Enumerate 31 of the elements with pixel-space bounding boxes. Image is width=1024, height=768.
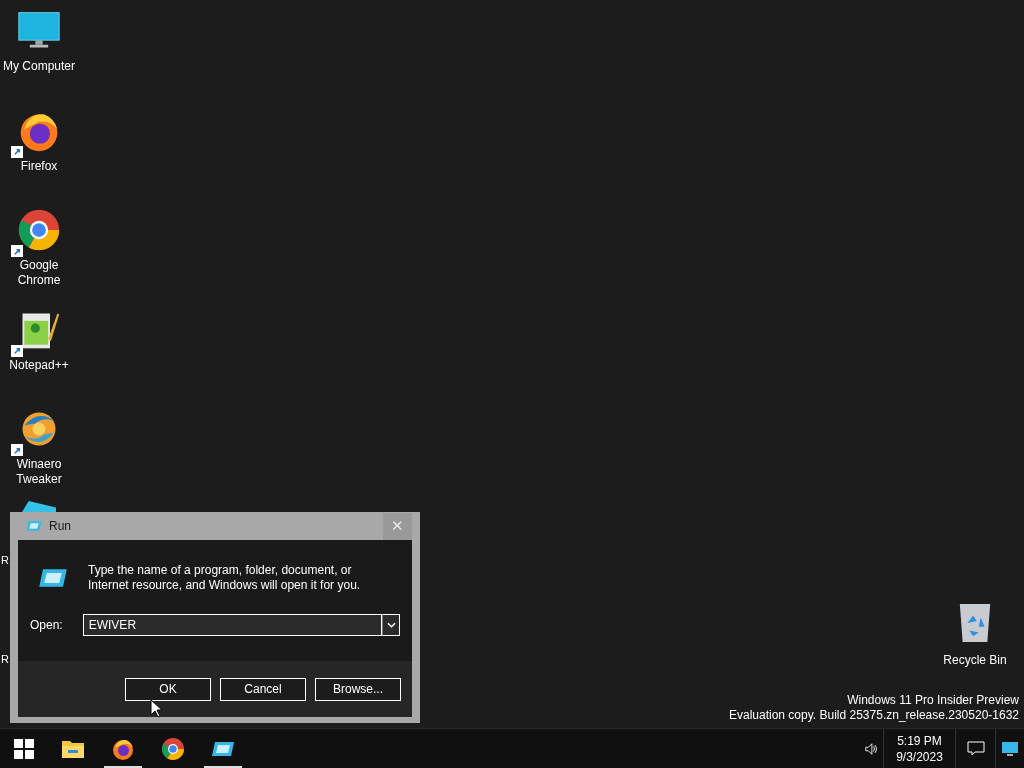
shortcut-arrow-icon <box>11 444 23 456</box>
chrome-icon <box>161 736 185 761</box>
dialog-button[interactable]: OK <box>125 677 211 701</box>
mouse-cursor-icon <box>150 699 162 718</box>
windows-logo-icon <box>14 738 34 759</box>
dialog-button[interactable]: Browse... <box>315 677 401 701</box>
window-title: Run <box>49 518 71 535</box>
build-info-text: Windows 11 Pro Insider Preview <box>847 693 1019 708</box>
build-info-text: Evaluation copy. Build 25375.zn_release.230520-1632 <box>729 708 1019 723</box>
partial-icon <box>22 501 56 512</box>
dropdown-button[interactable] <box>382 614 400 636</box>
chevron-down-icon <box>386 622 396 628</box>
shortcut-arrow-icon <box>11 344 23 357</box>
icon-label: R <box>1 553 9 567</box>
shortcut-arrow-icon <box>11 245 23 257</box>
icon-label[interactable]: My Computer <box>3 59 75 74</box>
dialog-button[interactable]: Cancel <box>220 677 306 701</box>
icon-label[interactable]: Firefox <box>20 158 58 174</box>
running-indicator <box>104 766 142 768</box>
run-window-icon <box>26 518 42 534</box>
icon-label[interactable]: Google Chrome <box>1 258 77 288</box>
description-text: Type the name of a program, folder, document, or Internet resource, and Windows will open it for you. <box>88 563 362 593</box>
icon-label[interactable]: Notepad++ <box>9 357 69 373</box>
icon-label[interactable]: Recycle Bin <box>943 651 1007 669</box>
open-label: Open: <box>30 617 63 634</box>
chrome-icon <box>17 208 61 252</box>
open-input-field[interactable]: EWIVER <box>82 614 382 636</box>
icon-label: R <box>1 652 9 666</box>
running-indicator <box>204 766 242 768</box>
icon-label[interactable]: Winaero Tweaker <box>1 457 77 487</box>
clock[interactable]: 5:19 PM 9/3/2023 <box>884 729 956 768</box>
